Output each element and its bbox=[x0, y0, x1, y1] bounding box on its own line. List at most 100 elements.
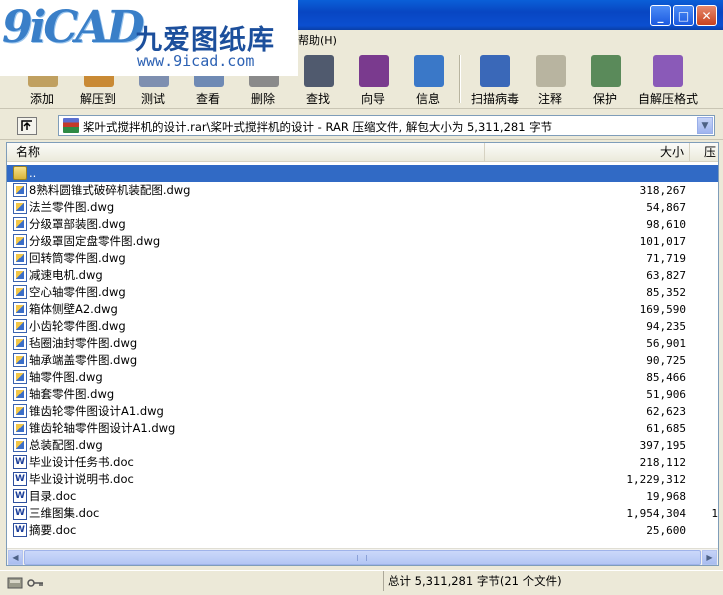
doc-file-icon bbox=[13, 522, 27, 539]
scrollbar-thumb[interactable] bbox=[24, 550, 701, 565]
file-row[interactable]: 摘要.doc 25,600 bbox=[7, 522, 718, 539]
file-row[interactable]: 毡圈油封零件图.dwg 56,901 bbox=[7, 335, 718, 352]
info-icon bbox=[414, 55, 444, 87]
scroll-left-icon[interactable]: ◀ bbox=[8, 550, 23, 565]
file-name: 小齿轮零件图.dwg bbox=[29, 319, 126, 333]
dwg-file-icon bbox=[13, 285, 27, 299]
minimize-button[interactable]: _ bbox=[650, 5, 671, 26]
file-size: 1,954,304 bbox=[626, 507, 686, 520]
address-bar: 桨叶式搅拌机的设计.rar\桨叶式搅拌机的设计 - RAR 压缩文件, 解包大小… bbox=[0, 110, 723, 140]
site-logo: 9iCAD 九爱图纸库 www.9icad.com bbox=[0, 0, 298, 76]
file-size: 85,352 bbox=[646, 286, 686, 299]
file-name: 目录.doc bbox=[29, 489, 77, 503]
toolbar-virus-scan-button[interactable]: 扫描病毒 bbox=[465, 49, 525, 107]
file-row[interactable]: 锥齿轮零件图设计A1.dwg 62,623 bbox=[7, 403, 718, 420]
doc-file-icon bbox=[13, 471, 27, 488]
file-rows: .. 8熟料圆锥式破碎机装配图.dwg 318,267 法兰零件图.dwg 54,867… bbox=[7, 165, 718, 539]
file-size: 54,867 bbox=[646, 201, 686, 214]
file-row[interactable]: 轴套零件图.dwg 51,906 bbox=[7, 386, 718, 403]
dwg-file-icon bbox=[13, 217, 27, 231]
file-name: 毕业设计任务书.doc bbox=[29, 455, 134, 469]
disk-key-icon bbox=[7, 577, 43, 589]
column-header-size[interactable]: 大小 bbox=[485, 143, 690, 162]
file-row[interactable]: .. bbox=[7, 165, 718, 182]
dwg-file-icon bbox=[13, 200, 27, 214]
chevron-down-icon[interactable]: ▼ bbox=[697, 117, 713, 134]
file-row[interactable]: 三维图集.doc 1,954,304 1 bbox=[7, 505, 718, 522]
file-row[interactable]: 目录.doc 19,968 bbox=[7, 488, 718, 505]
virus-scan-icon bbox=[480, 55, 510, 87]
file-row[interactable]: 分级罩部装图.dwg 98,610 bbox=[7, 216, 718, 233]
maximize-button[interactable]: □ bbox=[673, 5, 694, 26]
column-header-name[interactable]: 名称 bbox=[7, 143, 485, 162]
toolbar-find-button[interactable]: 查找 bbox=[290, 49, 346, 107]
protect-icon bbox=[591, 55, 621, 87]
file-size: 51,906 bbox=[646, 388, 686, 401]
dwg-file-icon bbox=[13, 370, 27, 384]
file-size: 19,968 bbox=[646, 490, 686, 503]
logo-url: www.9icad.com bbox=[137, 52, 255, 70]
file-name: 回转筒零件图.dwg bbox=[29, 251, 126, 265]
close-button[interactable]: ✕ bbox=[696, 5, 717, 26]
file-name: 锥齿轮零件图设计A1.dwg bbox=[29, 404, 164, 418]
file-name: 毡圈油封零件图.dwg bbox=[29, 336, 138, 350]
status-bar: 总计 5,311,281 字节(21 个文件) bbox=[0, 570, 723, 595]
scroll-right-icon[interactable]: ▶ bbox=[702, 550, 717, 565]
logo-mark: 9iCAD bbox=[2, 2, 145, 53]
file-size: 101,017 bbox=[639, 235, 686, 248]
dwg-file-icon bbox=[13, 183, 27, 197]
file-row[interactable]: 减速电机.dwg 63,827 bbox=[7, 267, 718, 284]
file-name: .. bbox=[29, 166, 37, 180]
file-name: 轴套零件图.dwg bbox=[29, 387, 115, 401]
find-icon bbox=[304, 55, 334, 87]
file-name: 总装配图.dwg bbox=[29, 438, 103, 452]
file-row[interactable]: 法兰零件图.dwg 54,867 bbox=[7, 199, 718, 216]
file-name: 三维图集.doc bbox=[29, 506, 100, 520]
file-size: 62,623 bbox=[646, 405, 686, 418]
up-folder-button[interactable] bbox=[17, 117, 37, 135]
dwg-file-icon bbox=[13, 404, 27, 418]
file-name: 分级罩部装图.dwg bbox=[29, 217, 126, 231]
comment-icon bbox=[536, 55, 566, 87]
file-size: 56,901 bbox=[646, 337, 686, 350]
file-row[interactable]: 分级罩固定盘零件图.dwg 101,017 bbox=[7, 233, 718, 250]
doc-file-icon bbox=[13, 454, 27, 471]
toolbar-sfx-button[interactable]: 自解压格式 bbox=[636, 49, 700, 107]
file-row[interactable]: 毕业设计任务书.doc 218,112 bbox=[7, 454, 718, 471]
parent-folder-icon bbox=[13, 166, 27, 180]
file-name: 摘要.doc bbox=[29, 523, 77, 537]
file-name: 箱体侧壁A2.dwg bbox=[29, 302, 118, 316]
file-row[interactable]: 空心轴零件图.dwg 85,352 bbox=[7, 284, 718, 301]
file-row[interactable]: 小齿轮零件图.dwg 94,235 bbox=[7, 318, 718, 335]
toolbar-info-button[interactable]: 信息 bbox=[400, 49, 456, 107]
file-row[interactable]: 箱体侧壁A2.dwg 169,590 bbox=[7, 301, 718, 318]
doc-file-icon bbox=[13, 488, 27, 505]
file-name: 轴零件图.dwg bbox=[29, 370, 103, 384]
file-row[interactable]: 轴零件图.dwg 85,466 bbox=[7, 369, 718, 386]
address-path: 桨叶式搅拌机的设计.rar\桨叶式搅拌机的设计 - RAR 压缩文件, 解包大小… bbox=[83, 120, 553, 134]
status-summary: 总计 5,311,281 字节(21 个文件) bbox=[383, 571, 719, 591]
dwg-file-icon bbox=[13, 302, 27, 316]
toolbar-protect-button[interactable]: 保护 bbox=[577, 49, 633, 107]
address-field[interactable]: 桨叶式搅拌机的设计.rar\桨叶式搅拌机的设计 - RAR 压缩文件, 解包大小… bbox=[58, 115, 715, 136]
file-name: 空心轴零件图.dwg bbox=[29, 285, 126, 299]
file-name: 8熟料圆锥式破碎机装配图.dwg bbox=[29, 183, 191, 197]
file-row[interactable]: 轴承端盖零件图.dwg 90,725 bbox=[7, 352, 718, 369]
file-size: 218,112 bbox=[639, 456, 686, 469]
file-row[interactable]: 总装配图.dwg 397,195 bbox=[7, 437, 718, 454]
file-row[interactable]: 8熟料圆锥式破碎机装配图.dwg 318,267 bbox=[7, 182, 718, 199]
toolbar-wizard-button[interactable]: 向导 bbox=[345, 49, 401, 107]
file-packed: 1 bbox=[711, 507, 718, 520]
dwg-file-icon bbox=[13, 234, 27, 248]
toolbar-comment-button[interactable]: 注释 bbox=[522, 49, 578, 107]
file-row[interactable]: 回转筒零件图.dwg 71,719 bbox=[7, 250, 718, 267]
file-size: 98,610 bbox=[646, 218, 686, 231]
dwg-file-icon bbox=[13, 319, 27, 333]
horizontal-scrollbar[interactable]: ◀ ▶ bbox=[7, 548, 718, 565]
dwg-file-icon bbox=[13, 421, 27, 435]
file-row[interactable]: 锥齿轮轴零件图设计A1.dwg 61,685 bbox=[7, 420, 718, 437]
menu-help[interactable]: 帮助(H) bbox=[298, 32, 337, 48]
column-header-packed[interactable]: 压 bbox=[690, 143, 718, 162]
file-row[interactable]: 毕业设计说明书.doc 1,229,312 bbox=[7, 471, 718, 488]
file-name: 减速电机.dwg bbox=[29, 268, 103, 282]
